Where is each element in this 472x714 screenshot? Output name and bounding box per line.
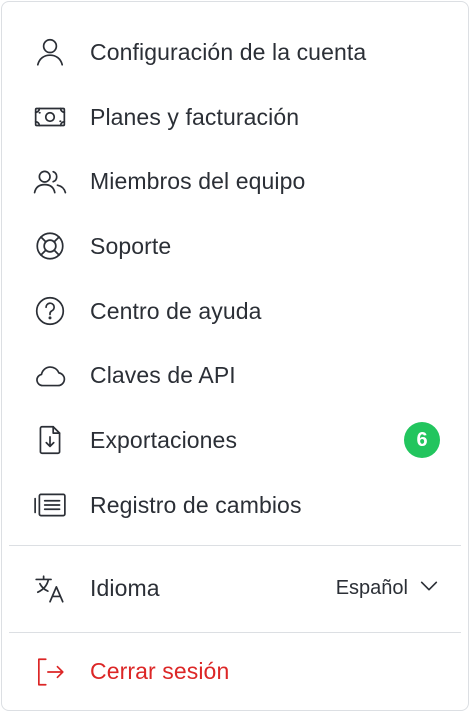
menu-item-account-settings[interactable]: Configuración de la cuenta	[2, 20, 468, 85]
menu-item-team-members[interactable]: Miembros del equipo	[2, 149, 468, 214]
logout-label: Cerrar sesión	[90, 658, 230, 685]
banknote-icon	[32, 99, 68, 135]
menu-item-label: Planes y facturación	[90, 103, 300, 130]
language-select-value[interactable]: Español	[336, 577, 408, 600]
menu-item-label: Centro de ayuda	[90, 297, 262, 324]
menu-item-label: Registro de cambios	[90, 491, 302, 518]
logout-button[interactable]: Cerrar sesión	[2, 640, 468, 705]
cloud-icon	[32, 358, 68, 394]
menu-item-plans-billing[interactable]: Planes y facturación	[2, 85, 468, 150]
account-dropdown-menu: Configuración de la cuenta Planes y fact…	[1, 1, 469, 711]
translate-icon	[32, 571, 68, 607]
menu-item-support[interactable]: Soporte	[2, 214, 468, 279]
exports-count-badge: 6	[404, 422, 440, 459]
lifebuoy-icon	[32, 228, 68, 264]
menu-item-label: Claves de API	[90, 362, 236, 389]
menu-item-api-keys[interactable]: Claves de API	[2, 343, 468, 408]
menu-item-label: Configuración de la cuenta	[90, 38, 367, 65]
chevron-down-icon[interactable]	[418, 575, 440, 602]
menu-item-help-center[interactable]: Centro de ayuda	[2, 279, 468, 344]
file-download-icon	[32, 422, 68, 458]
menu-item-label: Soporte	[90, 232, 172, 259]
menu-item-changelog[interactable]: Registro de cambios	[2, 473, 468, 538]
menu-item-label: Miembros del equipo	[90, 168, 306, 195]
help-circle-icon	[32, 293, 68, 329]
user-icon	[32, 34, 68, 70]
logout-icon	[32, 654, 68, 690]
menu-item-label: Idioma	[90, 575, 160, 601]
changelog-icon	[32, 487, 68, 523]
menu-item-label: Exportaciones	[90, 426, 238, 453]
menu-divider	[9, 631, 461, 633]
menu-item-language[interactable]: Idioma Español	[2, 553, 468, 625]
menu-divider	[9, 544, 461, 546]
users-icon	[32, 164, 68, 200]
menu-item-exports[interactable]: Exportaciones 6	[2, 408, 468, 473]
